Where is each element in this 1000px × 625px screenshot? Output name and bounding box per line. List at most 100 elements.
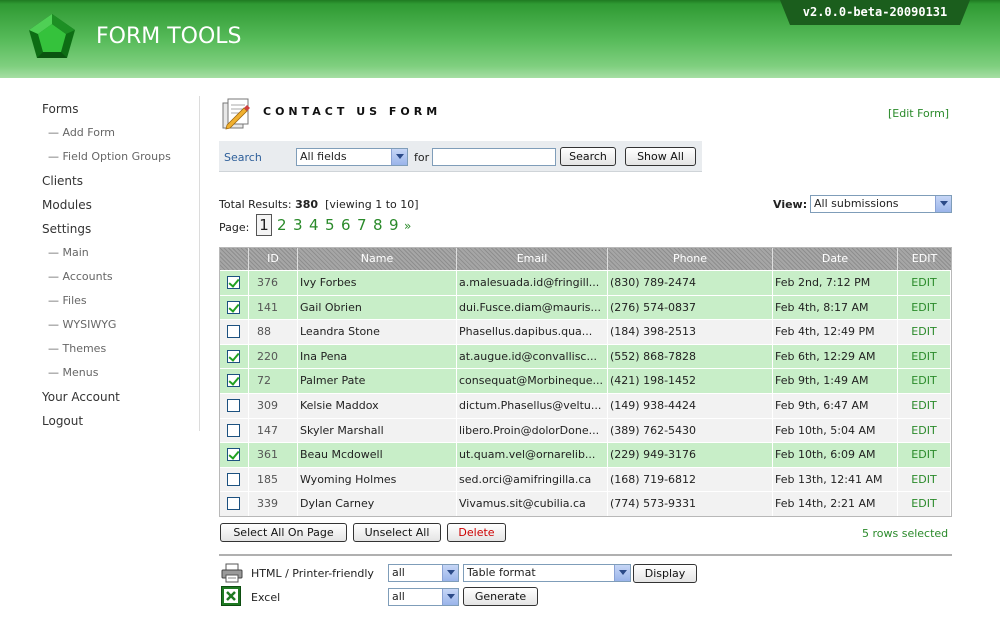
row-checkbox[interactable] [227, 472, 240, 486]
column-header-name[interactable]: Name [298, 248, 457, 270]
column-header-edit: EDIT [911, 252, 938, 265]
row-checkbox[interactable] [227, 497, 240, 511]
sidebar [0, 96, 200, 431]
search-input[interactable] [432, 148, 556, 166]
cell-email: ut.quam.vel@ornarelib... [457, 443, 608, 468]
cell-phone: (421) 198-1452 [608, 369, 773, 394]
cell-id: 185 [249, 467, 298, 492]
chevron-down-icon [442, 565, 458, 581]
chevron-down-icon [442, 589, 458, 605]
edit-link[interactable]: EDIT [898, 320, 951, 345]
page-title: CONTACT US FORM [263, 105, 442, 118]
sidebar-item-forms[interactable]: Forms [42, 102, 78, 116]
page-link-3[interactable]: 3 [293, 216, 303, 234]
edit-link[interactable]: EDIT [898, 344, 951, 369]
html-format-value: Table format [467, 566, 536, 579]
edit-link[interactable]: EDIT [898, 418, 951, 443]
results-summary: Total Results: 380 [viewing 1 to 10] [219, 198, 419, 211]
sidebar-item-add-form[interactable]: — Add Form [48, 126, 115, 139]
row-checkbox[interactable] [227, 349, 240, 363]
edit-link[interactable]: EDIT [898, 369, 951, 394]
row-checkbox[interactable] [227, 300, 240, 314]
row-checkbox[interactable] [227, 374, 240, 388]
cell-id: 361 [249, 443, 298, 468]
excel-scope-select[interactable]: all [388, 588, 459, 606]
show-all-button[interactable]: Show All [625, 147, 696, 166]
edit-link[interactable]: EDIT [898, 492, 951, 517]
column-header-phone[interactable]: Phone [608, 248, 773, 270]
sidebar-item-files[interactable]: — Files [48, 294, 87, 307]
select-all-button[interactable]: Select All On Page [220, 523, 347, 542]
page-link-4[interactable]: 4 [309, 216, 319, 234]
generate-button[interactable]: Generate [463, 587, 538, 606]
row-checkbox[interactable] [227, 448, 240, 462]
cell-phone: (184) 398-2513 [608, 320, 773, 345]
cell-phone: (149) 938-4424 [608, 394, 773, 418]
cell-select [220, 443, 249, 468]
sidebar-item-your-account[interactable]: Your Account [42, 390, 120, 404]
cell-phone: (830) 789-2474 [608, 271, 773, 295]
sidebar-item-accounts[interactable]: — Accounts [48, 270, 113, 283]
cell-id: 88 [249, 320, 298, 345]
edit-link[interactable]: EDIT [898, 394, 951, 418]
sidebar-item-settings[interactable]: Settings [42, 222, 91, 236]
page-link-6[interactable]: 6 [341, 216, 351, 234]
cell-email: Phasellus.dapibus.qua... [457, 320, 608, 345]
column-header-id[interactable]: ID [249, 248, 298, 270]
page-link-9[interactable]: 9 [389, 216, 399, 234]
edit-link[interactable]: EDIT [898, 443, 951, 468]
html-format-select[interactable]: Table format [463, 564, 631, 582]
delete-button[interactable]: Delete [447, 523, 506, 542]
display-button[interactable]: Display [633, 564, 697, 583]
cell-date: Feb 4th, 8:17 AM [773, 295, 898, 320]
cell-select [220, 394, 249, 418]
row-checkbox[interactable] [227, 276, 240, 289]
column-header-date[interactable]: Date [773, 248, 898, 270]
page-link-8[interactable]: 8 [373, 216, 383, 234]
sidebar-item-menus[interactable]: — Menus [48, 366, 98, 379]
search-field-select[interactable]: All fields [296, 148, 408, 166]
cell-date: Feb 9th, 1:49 AM [773, 369, 898, 394]
cell-id: 141 [249, 295, 298, 320]
html-scope-select[interactable]: all [388, 564, 459, 582]
sidebar-item-themes[interactable]: — Themes [48, 342, 106, 355]
total-results-count: 380 [295, 198, 319, 211]
edit-link[interactable]: EDIT [898, 271, 951, 295]
sidebar-item-modules[interactable]: Modules [42, 198, 92, 212]
edit-link[interactable]: EDIT [898, 467, 951, 492]
version-label: v2.0.0-beta-20090131 [802, 5, 948, 19]
row-checkbox[interactable] [227, 423, 240, 437]
cell-id: 72 [249, 369, 298, 394]
sidebar-item-clients[interactable]: Clients [42, 174, 83, 188]
edit-form-link[interactable]: [Edit Form] [888, 107, 949, 120]
sidebar-item-field-option-groups[interactable]: — Field Option Groups [48, 150, 171, 163]
page-link-5[interactable]: 5 [325, 216, 335, 234]
table-row: 376 Ivy Forbes a.malesuada.id@fringill...(… [220, 270, 951, 295]
view-select[interactable]: All submissions [810, 195, 952, 213]
sidebar-item-logout[interactable]: Logout [42, 414, 83, 428]
page-link-7[interactable]: 7 [357, 216, 367, 234]
next-page-link[interactable]: » [404, 219, 411, 233]
column-header-email[interactable]: Email [457, 248, 608, 270]
row-checkbox[interactable] [227, 325, 240, 339]
cell-select [220, 467, 249, 492]
cell-name: Dylan Carney [298, 492, 457, 517]
cell-date: Feb 10th, 5:04 AM [773, 418, 898, 443]
edit-link[interactable]: EDIT [898, 295, 951, 320]
cell-name: Palmer Pate [298, 369, 457, 394]
table-row: 361 Beau Mcdowell ut.quam.vel@ornarelib...… [220, 442, 951, 468]
form-edit-icon [222, 98, 250, 130]
search-button[interactable]: Search [560, 147, 616, 166]
sidebar-item-main[interactable]: — Main [48, 246, 89, 259]
cell-select [220, 344, 249, 369]
cell-email: libero.Proin@dolorDone... [457, 418, 608, 443]
unselect-all-button[interactable]: Unselect All [353, 523, 441, 542]
column-header-select [220, 248, 249, 270]
page-link-2[interactable]: 2 [277, 216, 287, 234]
cell-phone: (552) 868-7828 [608, 344, 773, 369]
cell-select [220, 320, 249, 345]
sidebar-item-wysiwyg[interactable]: — WYSIWYG [48, 318, 116, 331]
cell-name: Skyler Marshall [298, 418, 457, 443]
html-scope-value: all [392, 566, 405, 579]
row-checkbox[interactable] [227, 399, 240, 412]
